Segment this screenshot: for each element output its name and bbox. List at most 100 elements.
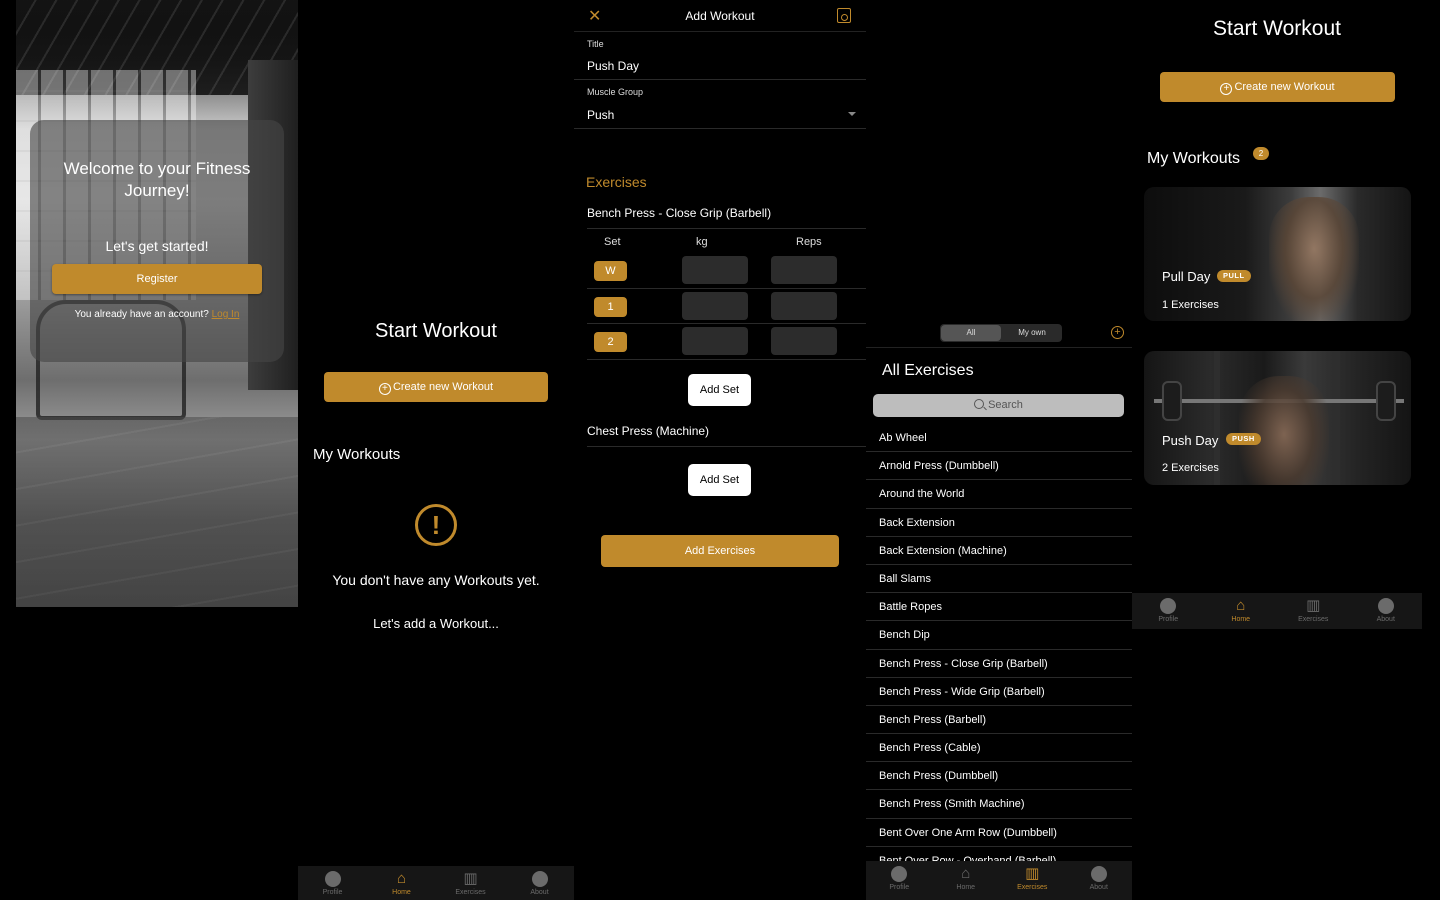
list-item[interactable]: Ab Wheel: [866, 424, 1132, 453]
plus-circle-icon: +: [1220, 83, 1233, 95]
add-workout-header: ✕ Add Workout: [574, 0, 866, 32]
tab-about[interactable]: About: [1350, 593, 1423, 629]
add-set-button[interactable]: Add Set: [688, 374, 751, 406]
chevron-down-icon: [848, 112, 856, 116]
tab-home-label: Home: [1231, 616, 1251, 623]
divider: [587, 446, 866, 447]
muscle-group-select[interactable]: Push: [587, 108, 614, 122]
list-item[interactable]: Bench Press (Cable): [866, 734, 1132, 763]
tab-bar: Profile ⌂ Home ▥ Exercises About: [1132, 593, 1422, 629]
tab-home[interactable]: ⌂ Home: [933, 861, 1000, 900]
map-icon: ▥: [463, 870, 478, 887]
register-button[interactable]: Register: [52, 264, 262, 294]
tab-exercises-label: Exercises: [455, 889, 486, 896]
add-set-button[interactable]: Add Set: [688, 464, 751, 496]
tab-profile[interactable]: Profile: [298, 866, 367, 900]
list-item[interactable]: Battle Ropes: [866, 593, 1132, 622]
create-workout-button[interactable]: + Create new Workout: [1160, 72, 1395, 102]
page-title: Start Workout: [1213, 17, 1341, 40]
login-link[interactable]: Log In: [212, 309, 240, 320]
my-workouts-heading: My Workouts: [1147, 150, 1241, 167]
reps-input[interactable]: [771, 292, 837, 320]
reps-input[interactable]: [771, 327, 837, 355]
workout-card-push-day[interactable]: Push Day PUSH 2 Exercises: [1144, 351, 1411, 485]
tab-home-label: Home: [392, 889, 411, 896]
page-title: All Exercises: [882, 362, 974, 379]
kg-input[interactable]: [682, 292, 748, 320]
segment-my-own[interactable]: My own: [1002, 324, 1062, 342]
exercises-heading: Exercises: [586, 174, 647, 190]
exclamation-circle-icon: !: [415, 504, 457, 546]
divider: [587, 359, 866, 360]
create-workout-label: Create new Workout: [392, 381, 494, 393]
tab-profile[interactable]: Profile: [1132, 593, 1205, 629]
set-type-badge[interactable]: W: [594, 261, 627, 281]
divider: [574, 128, 866, 129]
save-icon[interactable]: [837, 8, 851, 23]
list-item[interactable]: Back Extension: [866, 509, 1132, 537]
add-exercise-icon[interactable]: +: [1111, 326, 1124, 339]
tab-exercises[interactable]: ▥ Exercises: [436, 866, 505, 900]
segment-all[interactable]: All: [941, 325, 1001, 341]
tab-exercises[interactable]: ▥ Exercises: [1277, 593, 1350, 629]
divider: [866, 347, 1132, 348]
info-icon: [1090, 866, 1107, 882]
workout-card-pull-day[interactable]: Pull Day PULL 1 Exercises: [1144, 187, 1411, 321]
list-item[interactable]: Back Extension (Machine): [866, 537, 1132, 565]
kg-input[interactable]: [682, 327, 748, 355]
search-placeholder: Search: [988, 399, 1023, 411]
home-icon: ⌂: [961, 865, 971, 882]
tab-profile[interactable]: Profile: [866, 861, 933, 900]
set-type-badge[interactable]: 1: [594, 297, 627, 317]
tab-home[interactable]: ⌂ Home: [367, 866, 436, 900]
list-item[interactable]: Bench Press - Close Grip (Barbell): [866, 650, 1132, 678]
muscle-group-label: Muscle Group: [587, 87, 644, 97]
exercises-screen: All My own + All Exercises Search Ab Whe…: [866, 0, 1132, 900]
create-workout-button[interactable]: + Create new Workout: [324, 372, 548, 402]
my-workouts-heading: My Workouts: [313, 446, 401, 463]
info-icon: [1377, 598, 1394, 614]
header-title: Add Workout: [685, 9, 755, 23]
divider: [587, 323, 866, 324]
tab-exercises[interactable]: ▥ Exercises: [999, 861, 1066, 900]
tab-bar: Profile ⌂ Home ▥ Exercises About: [298, 866, 574, 900]
divider: [587, 288, 866, 289]
workout-name: Pull Day: [1162, 269, 1211, 284]
col-set: Set: [604, 236, 621, 248]
list-item[interactable]: Ball Slams: [866, 565, 1132, 594]
athlete-photo: [1269, 197, 1359, 321]
exercise-filter-segment: All My own: [940, 324, 1062, 342]
exercise-count: 2 Exercises: [1162, 462, 1219, 474]
list-item[interactable]: Bench Press - Wide Grip (Barbell): [866, 678, 1132, 706]
tab-about[interactable]: About: [1066, 861, 1133, 900]
list-item[interactable]: Bench Press (Barbell): [866, 706, 1132, 735]
create-workout-label: Create new Workout: [1234, 81, 1335, 93]
list-item[interactable]: Bench Dip: [866, 621, 1132, 650]
home-icon: ⌂: [396, 870, 407, 887]
tab-about[interactable]: About: [505, 866, 574, 900]
search-input[interactable]: Search: [873, 394, 1124, 417]
list-item[interactable]: Around the World: [866, 480, 1132, 509]
person-icon: [324, 871, 341, 887]
page-title: Start Workout: [375, 320, 497, 342]
list-item[interactable]: Bent Over One Arm Row (Dumbbell): [866, 819, 1132, 847]
col-reps: Reps: [796, 236, 822, 248]
reps-input[interactable]: [771, 256, 837, 284]
list-item[interactable]: Arnold Press (Dumbbell): [866, 452, 1132, 481]
list-item[interactable]: Bench Press (Smith Machine): [866, 790, 1132, 819]
list-item[interactable]: Bench Press (Dumbbell): [866, 762, 1132, 791]
set-type-badge[interactable]: 2: [594, 332, 627, 352]
gym-floor: [16, 417, 298, 607]
login-row: You already have an account? Log In: [16, 309, 298, 320]
workout-count-badge: 2: [1253, 147, 1269, 160]
kg-input[interactable]: [682, 256, 748, 284]
tab-home-label: Home: [956, 884, 976, 891]
title-input[interactable]: Push Day: [587, 59, 639, 73]
muscle-group-tag: PUSH: [1226, 433, 1261, 445]
welcome-title: Welcome to your Fitness Journey!: [63, 159, 251, 200]
add-exercises-button[interactable]: Add Exercises: [601, 535, 839, 567]
empty-state-cta: Let's add a Workout...: [373, 616, 499, 631]
tab-home[interactable]: ⌂ Home: [1205, 593, 1278, 629]
muscle-group-tag: PULL: [1217, 270, 1251, 282]
title-label: Title: [587, 39, 604, 49]
